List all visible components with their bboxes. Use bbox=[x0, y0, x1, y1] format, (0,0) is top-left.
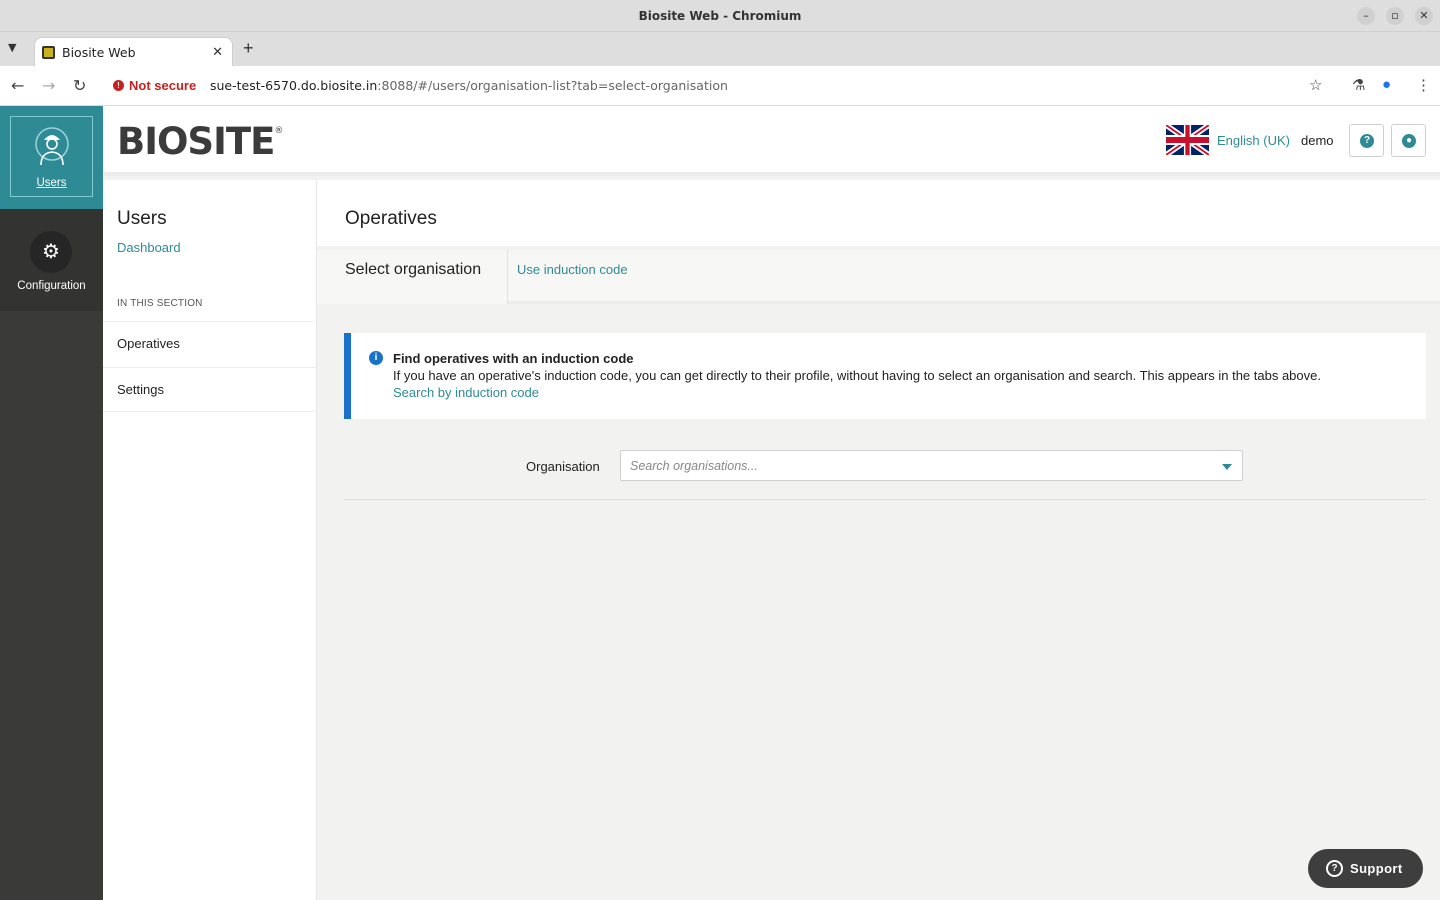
section-item-operatives[interactable]: Operatives bbox=[103, 321, 316, 366]
new-tab-icon[interactable]: + bbox=[243, 38, 254, 59]
organisation-label: Organisation bbox=[526, 459, 600, 474]
dashboard-link[interactable]: Dashboard bbox=[117, 240, 181, 255]
reload-icon[interactable]: ↻ bbox=[73, 76, 86, 95]
section-heading: IN THIS SECTION bbox=[117, 298, 203, 309]
address-bar[interactable]: sue-test-6570.do.biosite.in:8088/#/users… bbox=[210, 78, 728, 93]
biosite-logo[interactable]: BIOSITE® bbox=[117, 120, 283, 163]
info-callout: i Find operatives with an induction code… bbox=[344, 333, 1426, 419]
section-title: Users bbox=[117, 208, 167, 229]
back-icon[interactable]: ← bbox=[11, 76, 24, 95]
app-header: BIOSITE® English (UK) demo ? ● bbox=[103, 106, 1440, 176]
security-indicator[interactable]: ! Not secure bbox=[113, 78, 196, 93]
bookmark-star-icon[interactable]: ☆ bbox=[1309, 76, 1322, 94]
worker-icon bbox=[35, 127, 69, 166]
section-sidebar: Users Dashboard IN THIS SECTION Operativ… bbox=[103, 180, 317, 900]
sidebar-item-configuration[interactable]: ⚙ Configuration bbox=[0, 218, 103, 310]
organisation-select[interactable]: Search organisations... bbox=[620, 450, 1243, 481]
language-selector[interactable]: English (UK) bbox=[1217, 133, 1290, 148]
forward-icon[interactable]: → bbox=[42, 76, 55, 95]
logo-text: BIOSITE bbox=[117, 120, 275, 163]
info-icon: i bbox=[369, 351, 383, 365]
warning-icon: ! bbox=[113, 80, 124, 91]
profile-icon[interactable]: ● bbox=[1382, 76, 1391, 93]
close-window-icon[interactable]: ✕ bbox=[1415, 7, 1433, 25]
browser-toolbar: ← → ↻ ! Not secure sue-test-6570.do.bios… bbox=[0, 66, 1440, 106]
gear-icon: ⚙ bbox=[30, 231, 72, 273]
tab-strip: ▼ Biosite Web ✕ + bbox=[0, 32, 1440, 67]
minimize-icon[interactable]: – bbox=[1357, 7, 1375, 25]
content-tabs: Select organisation Use induction code bbox=[317, 250, 1440, 304]
section-item-label: Operatives bbox=[117, 336, 180, 351]
app-sidebar: Users ⚙ Configuration bbox=[0, 106, 103, 900]
search-by-induction-code-link[interactable]: Search by induction code bbox=[393, 385, 539, 400]
chevron-down-icon[interactable] bbox=[1222, 464, 1232, 470]
tab-use-induction-code[interactable]: Use induction code bbox=[517, 262, 628, 277]
help-button[interactable]: ? bbox=[1349, 124, 1384, 157]
support-button[interactable]: ? Support bbox=[1308, 849, 1423, 888]
registered-mark: ® bbox=[274, 126, 283, 136]
tab-select-organisation[interactable]: Select organisation bbox=[317, 250, 508, 304]
page-title: Operatives bbox=[345, 208, 437, 229]
restore-icon[interactable]: ▫ bbox=[1386, 7, 1404, 25]
username: demo bbox=[1301, 133, 1334, 148]
window-title-bar: Biosite Web - Chromium – ▫ ✕ bbox=[0, 0, 1440, 32]
sidebar-item-users[interactable]: Users bbox=[0, 106, 103, 209]
sidebar-item-configuration-label: Configuration bbox=[17, 280, 86, 292]
divider bbox=[344, 499, 1426, 500]
uk-flag-icon[interactable] bbox=[1166, 125, 1209, 155]
browser-tab[interactable]: Biosite Web ✕ bbox=[34, 37, 233, 67]
sidebar-item-users-frame: Users bbox=[10, 116, 93, 197]
biosite-favicon-icon bbox=[42, 46, 55, 59]
info-title: Find operatives with an induction code bbox=[393, 351, 634, 366]
question-circle-icon: ? bbox=[1326, 860, 1343, 877]
security-label: Not secure bbox=[129, 78, 197, 93]
organisation-placeholder: Search organisations... bbox=[630, 459, 758, 473]
section-item-label: Settings bbox=[117, 382, 164, 397]
sidebar-background bbox=[0, 311, 103, 900]
tab-search-icon[interactable]: ▼ bbox=[8, 41, 16, 54]
info-text: If you have an operative's induction cod… bbox=[393, 368, 1321, 383]
user-circle-icon: ● bbox=[1402, 134, 1416, 148]
account-button[interactable]: ● bbox=[1391, 124, 1426, 157]
window-title: Biosite Web - Chromium bbox=[638, 9, 802, 23]
help-icon: ? bbox=[1360, 134, 1374, 148]
sidebar-item-users-label: Users bbox=[36, 177, 67, 189]
page-header: Operatives bbox=[317, 180, 1440, 246]
url-host: sue-test-6570.do.biosite.in bbox=[210, 78, 378, 93]
tab-label: Select organisation bbox=[345, 261, 482, 278]
menu-dots-icon[interactable]: ⋮ bbox=[1416, 76, 1431, 94]
tab-close-icon[interactable]: ✕ bbox=[212, 44, 223, 60]
labs-flask-icon[interactable]: ⚗ bbox=[1352, 76, 1365, 94]
section-item-settings[interactable]: Settings bbox=[103, 367, 316, 412]
tab-title: Biosite Web bbox=[62, 45, 136, 60]
support-label: Support bbox=[1350, 861, 1403, 876]
url-path: :8088/#/users/organisation-list?tab=sele… bbox=[377, 78, 728, 93]
